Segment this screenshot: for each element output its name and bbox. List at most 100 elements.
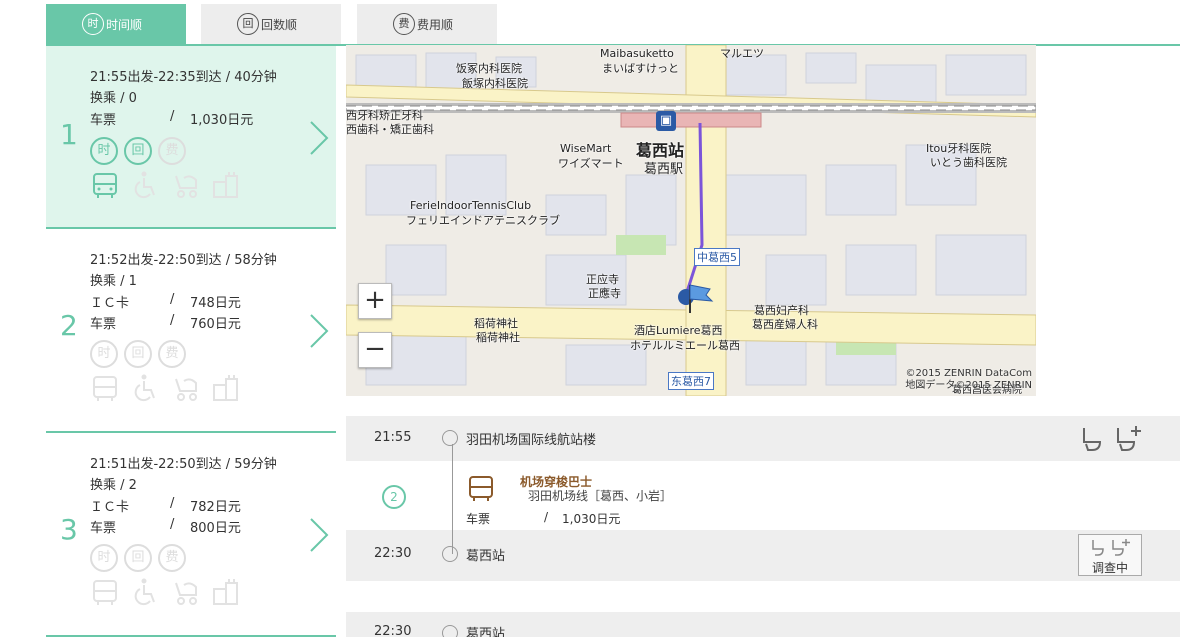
fewest-transfers-badge: 回 — [124, 137, 152, 165]
route-times: 21:51出发-22:50到达 / 59分钟 — [90, 457, 277, 472]
accessible-toilet-icon — [1117, 426, 1141, 451]
tab-label: 费用顺 — [417, 17, 454, 32]
bus-icon — [469, 476, 493, 501]
bus-stop-label: 中葛西5 — [694, 248, 740, 266]
fare-value: 748日元 — [190, 296, 241, 311]
tab-transfer-order[interactable]: 回 回数顺 — [201, 4, 341, 44]
facility-survey-button[interactable]: 调查中 — [1078, 534, 1142, 576]
route-map[interactable]: Maibasuketto まいばすけっと マルエツ 饭冢内科医院 飯塚内科医院 … — [346, 45, 1036, 396]
stop-time: 21:55 — [374, 430, 412, 445]
route-transfer: 换乘 / 2 — [90, 478, 137, 493]
fare-name: 车票 — [90, 521, 117, 536]
map-copyright: ©2015 ZENRIN DataCom 地図データ©2015 ZENRIN — [905, 368, 1032, 392]
fare-name: 车票 — [90, 317, 117, 332]
zoom-in-button[interactable]: + — [358, 283, 392, 319]
fare-sep: / — [544, 510, 549, 524]
fare-value: 782日元 — [190, 500, 241, 515]
fastest-badge: 时 — [90, 340, 118, 368]
wheelchair-icon — [134, 171, 155, 199]
fare-name: 车票 — [466, 512, 491, 526]
poi-label: 稲荷神社 — [476, 331, 520, 344]
next-stop-row: 22:30 葛西站 — [346, 612, 1180, 637]
stop-dot — [442, 430, 458, 446]
poi-label: いとう歯科医院 — [930, 156, 1007, 169]
survey-label: 调查中 — [1091, 561, 1128, 575]
bus-segment: 2 机场穿梭巴士 羽田机场线［葛西、小岩］ 车票 / 1,030日元 — [346, 461, 1180, 530]
wheelchair-icon — [134, 374, 155, 402]
tab-time-order[interactable]: 时 时间顺 — [46, 4, 186, 44]
count-circle-icon: 回 — [237, 13, 259, 35]
cheapest-badge: 费 — [158, 137, 186, 165]
copyright-line: ©2015 ZENRIN DataCom — [905, 368, 1032, 379]
poi-label: フェリエインドアテニスクラブ — [406, 214, 560, 227]
fastest-badge: 时 — [90, 544, 118, 572]
poi-label: ホテルルミエール葛西 — [630, 339, 740, 352]
bus-stop-label: 东葛西7 — [668, 372, 714, 390]
route-badges: 时 回 费 — [90, 340, 186, 368]
chevron-right-icon[interactable] — [308, 313, 330, 349]
poi-label: まいばすけっと — [602, 62, 679, 75]
luggage-icon — [213, 172, 238, 198]
bus-icon — [93, 580, 117, 605]
cheapest-badge: 费 — [158, 544, 186, 572]
origin-stop-row: 21:55 羽田机场国际线航站楼 — [346, 416, 1180, 461]
route-badges: 时 回 费 — [90, 137, 186, 165]
stroller-icon — [175, 378, 197, 401]
fare-name: ＩＣ卡 — [90, 500, 130, 515]
fare-circle-icon: 费 — [393, 13, 415, 35]
fastest-badge: 时 — [90, 137, 118, 165]
segment-number-badge: 2 — [382, 485, 406, 509]
route-features — [90, 577, 240, 607]
chevron-right-icon[interactable] — [308, 517, 330, 553]
poi-label: 正應寺 — [588, 287, 621, 300]
destination-flag-icon — [678, 284, 714, 313]
route-times: 21:52出发-22:50到达 / 58分钟 — [90, 253, 277, 268]
poi-label: Maibasuketto — [600, 47, 674, 60]
poi-label: WiseMart — [560, 142, 612, 155]
fare-name: 车票 — [90, 113, 117, 128]
luggage-icon — [213, 375, 238, 401]
fare-sep: / — [170, 496, 175, 511]
destination-stop-row: 22:30 葛西站 — [346, 530, 1180, 581]
stroller-icon — [175, 582, 197, 605]
poi-label: 葛西産婦人科 — [752, 318, 818, 331]
zoom-out-button[interactable]: − — [358, 332, 392, 368]
fare-value: 1,030日元 — [190, 113, 254, 128]
chevron-right-icon[interactable] — [308, 120, 330, 156]
bus-line: 羽田机场线［葛西、小岩］ — [528, 489, 673, 503]
copyright-line: 地図データ©2015 ZENRIN — [905, 380, 1032, 391]
sort-tabs: 时 时间顺 回 回数顺 费 费用顺 — [46, 4, 1180, 46]
route-number: 1 — [60, 118, 78, 151]
fare-value: 800日元 — [190, 521, 241, 536]
route-item-3[interactable]: 21:51出发-22:50到达 / 59分钟 换乘 / 2 ＩＣ卡 / 782日… — [46, 433, 336, 637]
route-item-1[interactable]: 21:55出发-22:35到达 / 40分钟 换乘 / 0 车票 / 1,030… — [46, 46, 336, 229]
fare-value: 760日元 — [190, 317, 241, 332]
stroller-icon — [175, 175, 197, 198]
route-item-2[interactable]: 21:52出发-22:50到达 / 58分钟 换乘 / 1 ＩＣ卡 / 748日… — [46, 229, 336, 433]
stop-name: 羽田机场国际线航站楼 — [466, 433, 597, 448]
luggage-icon — [213, 579, 238, 605]
stop-time: 22:30 — [374, 546, 412, 561]
route-transfer: 换乘 / 1 — [90, 274, 137, 289]
stop-dot — [442, 625, 458, 637]
poi-label: 西歯科・矯正歯科 — [346, 123, 434, 136]
route-badges: 时 回 费 — [90, 544, 186, 572]
fare-sep: / — [170, 517, 175, 532]
route-number: 3 — [60, 513, 78, 546]
tab-label: 回数顺 — [261, 17, 298, 32]
cheapest-badge: 费 — [158, 340, 186, 368]
poi-label: 酒店Lumiere葛西 — [634, 324, 723, 337]
stop-name: 葛西站 — [466, 549, 506, 564]
fewest-transfers-badge: 回 — [124, 340, 152, 368]
tab-fare-order[interactable]: 费 费用顺 — [357, 4, 497, 44]
time-circle-icon: 时 — [82, 13, 104, 35]
station-label-jp: 葛西駅 — [644, 162, 684, 177]
poi-label: 饭冢内科医院 — [456, 62, 522, 75]
fare-name: ＩＣ卡 — [90, 296, 130, 311]
toilet-icon — [1083, 428, 1102, 451]
poi-label: 飯塚内科医院 — [462, 77, 528, 90]
poi-label: ワイズマート — [558, 157, 624, 170]
toilet-icon — [1092, 539, 1130, 556]
bus-icon — [93, 173, 117, 198]
bus-icon — [93, 376, 117, 401]
